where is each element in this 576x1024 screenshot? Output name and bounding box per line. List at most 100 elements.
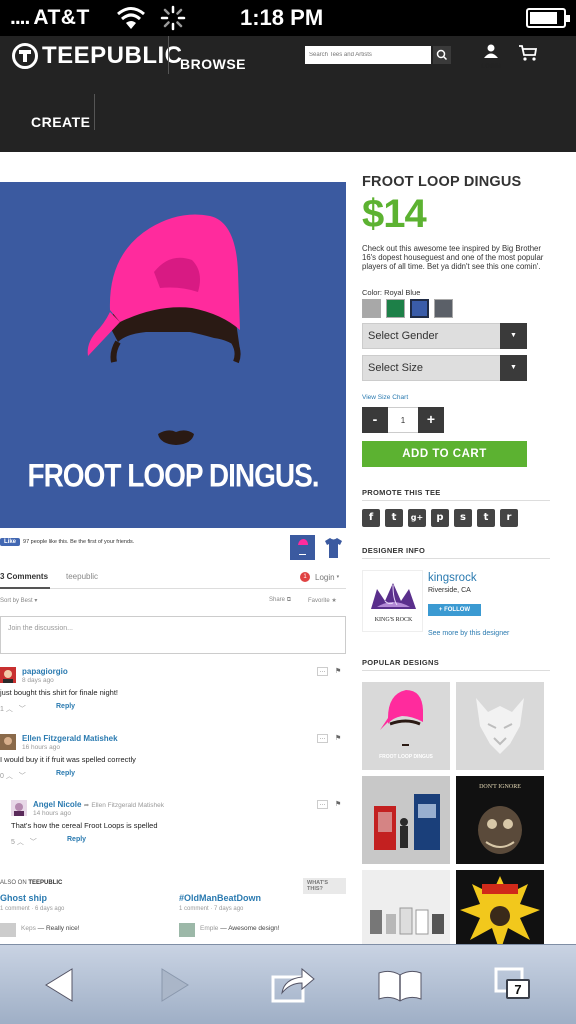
discussion-snippet: Keps — Really nice! <box>21 925 80 932</box>
related-discussion[interactable]: Ghost ship 1 comment · 6 days ago Keps —… <box>0 893 170 937</box>
color-swatch-royal-blue[interactable] <box>410 299 429 318</box>
add-to-cart-button[interactable]: ADD TO CART <box>362 441 527 467</box>
flag-icon[interactable]: ⚑ <box>335 667 341 675</box>
quantity-value[interactable]: 1 <box>388 407 418 433</box>
color-swatch-charcoal[interactable] <box>434 299 453 318</box>
promote-heading: PROMOTE THIS TEE <box>362 488 441 497</box>
collapse-icon[interactable]: … <box>317 734 328 743</box>
quantity-decrease-button[interactable]: - <box>362 407 388 433</box>
login-button[interactable]: LOGIN <box>479 44 503 70</box>
also-on-prefix: ALSO ON <box>0 880 27 886</box>
collapse-icon[interactable]: … <box>317 667 328 676</box>
tumblr-icon[interactable]: t <box>477 509 495 527</box>
popular-design[interactable] <box>362 776 450 864</box>
twitter-icon[interactable]: t <box>385 509 403 527</box>
search-input[interactable] <box>305 46 431 64</box>
product-thumbnail[interactable] <box>290 535 315 560</box>
reply-link[interactable]: Reply <box>56 703 75 710</box>
designer-logo-image <box>371 583 416 609</box>
nav-browse[interactable]: BROWSE <box>180 56 246 72</box>
bookmarks-icon[interactable] <box>376 965 424 1005</box>
comment-author[interactable]: Ellen Fitzgerald Matishek <box>22 734 118 743</box>
cart-button[interactable] <box>518 44 538 67</box>
whats-this-button[interactable]: WHAT'S THIS? <box>303 878 346 894</box>
downvote-icon[interactable]: ﹀ <box>30 839 37 846</box>
wifi-icon <box>117 7 145 29</box>
quantity-stepper: - 1 + <box>362 407 444 433</box>
popular-design[interactable] <box>456 682 544 770</box>
tab-count-badge[interactable]: 7 <box>506 979 530 999</box>
site-logo[interactable]: TEEPUBLIC <box>12 42 183 70</box>
flag-icon[interactable]: ⚑ <box>335 800 341 808</box>
upvote-icon[interactable]: ︿ <box>6 773 13 780</box>
forward-icon[interactable] <box>158 965 192 1005</box>
quantity-increase-button[interactable]: + <box>418 407 444 433</box>
facebook-icon[interactable]: f <box>362 509 380 527</box>
reply-link[interactable]: Reply <box>56 770 75 777</box>
shirt-thumbnail[interactable] <box>321 535 346 560</box>
facebook-like-label: Like <box>4 539 17 545</box>
popular-design[interactable] <box>456 870 544 944</box>
size-select[interactable]: Select Size ▼ <box>362 355 527 381</box>
chevron-down-icon: ▾ <box>34 598 38 604</box>
color-label: Color: Royal Blue <box>362 288 421 297</box>
favorite-button[interactable]: Favorite ★ <box>308 597 337 604</box>
design-thumbnail <box>370 907 444 935</box>
pinterest-icon[interactable]: p <box>431 509 449 527</box>
product-description: Check out this awesome tee inspired by B… <box>362 244 544 271</box>
flag-icon[interactable]: ⚑ <box>335 734 341 742</box>
related-discussion[interactable]: #OldManBeatDown 1 comment · 7 days ago E… <box>179 893 346 937</box>
battery-icon <box>526 8 570 28</box>
color-swatch-gray[interactable] <box>362 299 381 318</box>
comment-time[interactable]: 16 hours ago <box>22 744 60 751</box>
designer-name[interactable]: kingsrock <box>428 572 477 584</box>
comment-text: just bought this shirt for finale night! <box>0 688 118 697</box>
avatar <box>11 800 27 816</box>
size-select-value: Select Size <box>368 362 424 374</box>
product-image[interactable]: FROOT LOOP DINGUS. <box>0 182 346 528</box>
comment-votes: 1 ︿ ﹀ <box>0 704 26 714</box>
popular-design[interactable]: DON'T IGNORE <box>456 776 544 864</box>
popular-design[interactable] <box>362 870 450 944</box>
carrier: .... AT&T <box>10 6 90 30</box>
facebook-like-button[interactable]: Like <box>0 538 21 546</box>
artwork-caption: FROOT LOOP DINGUS. <box>27 457 319 494</box>
upvote-icon[interactable]: ︿ <box>17 839 24 846</box>
discussion-placeholder: Join the discussion... <box>8 625 73 632</box>
search-button[interactable] <box>433 46 451 64</box>
comment-time[interactable]: 14 hours ago <box>33 810 71 817</box>
popular-design[interactable]: FROOT LOOP DINGUS <box>362 682 450 770</box>
facebook-like-text: 97 people like this. Be the first of you… <box>23 539 135 545</box>
product-title: FROOT LOOP DINGUS <box>362 174 522 190</box>
comments-count-tab[interactable]: 3 Comments <box>0 572 48 581</box>
comment-author[interactable]: papagiorgio <box>22 667 68 676</box>
share-icons: f t g+ p s t r <box>362 509 523 527</box>
comments-site-tab[interactable]: teepublic <box>66 572 98 581</box>
sort-dropdown[interactable]: Sort by Best ▾ <box>0 597 37 604</box>
gender-select[interactable]: Select Gender ▼ <box>362 323 527 349</box>
discussion-input[interactable]: Join the discussion... <box>0 616 346 654</box>
see-more-link[interactable]: See more by this designer <box>428 630 509 637</box>
collapse-icon[interactable]: … <box>317 800 328 809</box>
vote-count: 1 <box>0 706 4 713</box>
downvote-icon[interactable]: ﹀ <box>19 706 26 713</box>
comment-time[interactable]: 8 days ago <box>22 677 54 684</box>
size-chart-link[interactable]: View Size Chart <box>362 394 408 401</box>
upvote-icon[interactable]: ︿ <box>6 706 13 713</box>
share-button[interactable]: Share ⧉ <box>269 597 291 604</box>
back-icon[interactable] <box>42 965 76 1005</box>
comments-login[interactable]: 1 Login ▾ <box>300 572 339 582</box>
follow-button[interactable]: + FOLLOW <box>428 604 481 616</box>
reddit-icon[interactable]: r <box>500 509 518 527</box>
comment-author[interactable]: Angel Nicole ➦ Ellen Fitzgerald Matishek <box>33 800 164 809</box>
designer-logo[interactable]: KING'S ROCK <box>362 570 423 632</box>
google-plus-icon[interactable]: g+ <box>408 509 426 527</box>
color-swatch-green[interactable] <box>386 299 405 318</box>
reply-link[interactable]: Reply <box>67 836 86 843</box>
clock: 1:18 PM <box>240 5 324 30</box>
downvote-icon[interactable]: ﹀ <box>19 773 26 780</box>
nav-create[interactable]: CREATE <box>31 114 91 130</box>
share-icon[interactable] <box>270 965 316 1005</box>
stumbleupon-icon[interactable]: s <box>454 509 472 527</box>
discussion-snippet: Emple — Awesome design! <box>200 925 280 932</box>
